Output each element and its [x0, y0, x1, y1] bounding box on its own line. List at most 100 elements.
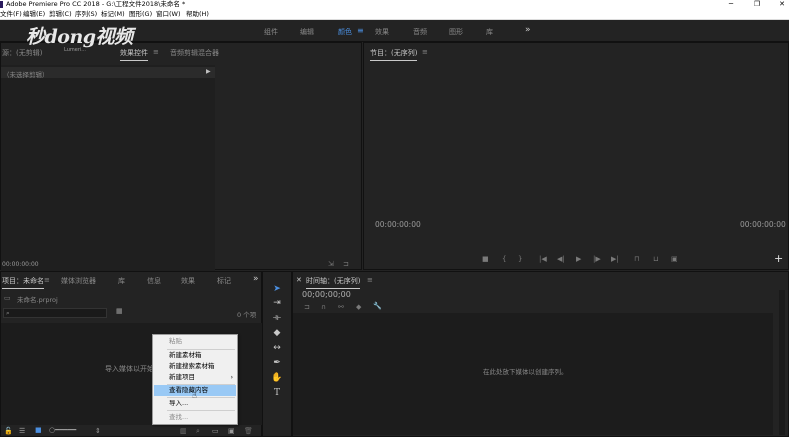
clip-header-bar: （未选择剪辑） ▶ [1, 67, 215, 79]
play-icon[interactable]: ▶ [576, 255, 581, 263]
menu-item-new-item[interactable]: 新建项目 › [154, 372, 236, 383]
workspace-editing[interactable]: 编辑 [300, 27, 314, 37]
menu-item-paste[interactable]: 粘贴 [154, 336, 236, 347]
ripple-edit-tool-icon[interactable]: ⟛ [270, 312, 284, 325]
razor-tool-icon[interactable]: ◆ [270, 327, 284, 340]
type-tool-icon[interactable]: T [270, 387, 284, 400]
project-tabs-more-button[interactable]: » [253, 274, 259, 284]
tab-audio-clip-mixer[interactable]: 音频剪辑混合器 [170, 48, 219, 58]
program-menu-icon[interactable]: ≡ [422, 48, 428, 56]
menu-item-new-search-bin[interactable]: 新建搜索素材箱 [154, 361, 236, 372]
nest-icon[interactable]: ⊐ [304, 303, 310, 311]
menu-bar: 文件(F) 编辑(E) 剪辑(C) 序列(S) 标记(M) 图形(G) 窗口(W… [0, 9, 789, 20]
folder-icon: ▭ [4, 294, 11, 302]
search-input[interactable]: ⌕ [3, 308, 107, 318]
trash-icon[interactable]: 🗑 [244, 427, 253, 435]
settings-icon[interactable]: ⊐ [343, 260, 349, 268]
timeline-title: 时间轴：(无序列) [306, 277, 361, 289]
menu-marker[interactable]: 标记(M) [101, 9, 125, 20]
mark-out-icon[interactable]: } [518, 255, 522, 263]
marker-icon[interactable]: ■ [482, 255, 489, 263]
workspace-effects[interactable]: 效果 [375, 27, 389, 37]
icon-view-icon[interactable]: ■ [35, 426, 42, 434]
program-timecode-left: 00:00:00:00 [375, 220, 421, 229]
menu-help[interactable]: 帮助(H) [186, 9, 209, 20]
new-item-icon[interactable]: ▣ [228, 427, 235, 435]
menu-item-paste-label: 粘贴 [169, 337, 182, 345]
menu-edit[interactable]: 编辑(E) [23, 9, 45, 20]
workspace-audio[interactable]: 音频 [413, 27, 427, 37]
window-title: Adobe Premiere Pro CC 2018 - G:\工程文件2018… [6, 0, 186, 8]
menu-item-new-bin[interactable]: 新建素材箱 [154, 350, 236, 361]
lock-icon[interactable]: 🔓 [4, 427, 13, 435]
tab-markers[interactable]: 标记 [217, 276, 231, 286]
mark-in-icon[interactable]: { [502, 255, 506, 263]
program-title: 节目：(无序列) [370, 49, 418, 61]
go-to-out-icon[interactable]: ▶| [611, 255, 619, 263]
selection-tool-icon[interactable]: ➤ [270, 283, 284, 296]
new-bin-from-search-icon[interactable]: ▦ [116, 307, 123, 315]
maximize-button[interactable]: ❐ [750, 0, 764, 9]
zoom-slider[interactable]: ○━━━━━ [49, 426, 76, 434]
tab-effects[interactable]: 效果 [181, 276, 195, 286]
workspace-assembly[interactable]: 组件 [264, 27, 278, 37]
panel-menu-icon[interactable]: ≡ [153, 48, 159, 56]
add-button[interactable]: + [774, 252, 783, 265]
add-marker-icon[interactable]: ◆ [356, 303, 361, 311]
premiere-app-icon [0, 1, 3, 8]
workspace-more-button[interactable]: » [525, 25, 531, 35]
workspace-menu-icon[interactable]: ≡ [357, 26, 364, 35]
find-icon[interactable]: ⌕ [196, 427, 200, 436]
close-timeline-icon[interactable]: ✕ [296, 276, 302, 284]
tab-media-browser[interactable]: 媒体浏览器 [61, 276, 96, 286]
step-forward-icon[interactable]: |▶ [593, 255, 601, 263]
tab-libraries[interactable]: 库 [118, 276, 125, 286]
list-view-icon[interactable]: ☰ [19, 427, 25, 435]
menu-window[interactable]: 窗口(W) [156, 9, 181, 20]
menu-clip[interactable]: 剪辑(C) [49, 9, 72, 20]
menu-sequence[interactable]: 序列(S) [75, 9, 97, 20]
close-button[interactable]: ✕ [775, 0, 789, 9]
snap-icon[interactable]: ∩ [321, 303, 326, 311]
extract-icon[interactable]: ⊔ [653, 255, 658, 263]
track-select-tool-icon[interactable]: ⇥ [270, 297, 284, 310]
mouse-cursor-icon: ☝ [192, 391, 197, 400]
workspace-graphics[interactable]: 图形 [449, 27, 463, 37]
go-to-in-icon[interactable]: |◀ [539, 255, 547, 263]
tab-project[interactable]: 项目：未命名 [2, 276, 44, 289]
automate-icon[interactable]: ▥ [180, 427, 187, 435]
minimize-button[interactable]: ─ [724, 0, 738, 9]
menu-item-new-search-bin-label: 新建搜索素材箱 [169, 362, 215, 370]
slip-tool-icon[interactable]: ↔ [270, 342, 284, 355]
watermark-text: 秒dong视频 [26, 26, 133, 48]
wrench-icon[interactable]: 🔧 [373, 302, 382, 310]
camera-icon[interactable]: ▣ [671, 255, 678, 263]
workspace-libraries[interactable]: 库 [486, 27, 493, 37]
timeline-menu-icon[interactable]: ≡ [367, 276, 373, 284]
menu-separator [167, 410, 235, 411]
menu-item-find[interactable]: 查找... [154, 412, 236, 423]
sort-icon[interactable]: ⇕ [95, 427, 101, 435]
window-titlebar: Adobe Premiere Pro CC 2018 - G:\工程文件2018… [0, 0, 789, 9]
lift-icon[interactable]: ⊓ [634, 255, 639, 263]
hand-tool-icon[interactable]: ✋ [270, 372, 284, 385]
linked-selection-icon[interactable]: ⚯ [338, 303, 344, 311]
menu-file[interactable]: 文件(F) [0, 9, 22, 20]
new-bin-icon[interactable]: ▭ [212, 427, 219, 435]
workspace-color[interactable]: 颜色 [338, 27, 352, 37]
menu-graphics[interactable]: 图形(G) [129, 9, 152, 20]
project-file-name: 未命名.prproj [17, 296, 58, 304]
context-menu: 粘贴 新建素材箱 新建搜索素材箱 新建项目 › 查看隐藏内容 导入... 查找.… [152, 334, 238, 425]
menu-item-new-item-label: 新建项目 [169, 373, 195, 381]
no-clip-label: （未选择剪辑） [3, 71, 49, 79]
project-menu-icon[interactable]: ≡ [44, 276, 50, 284]
export-frame-icon[interactable]: ⇲ [328, 260, 334, 268]
menu-item-find-label: 查找... [169, 413, 189, 421]
step-back-icon[interactable]: ◀| [557, 255, 565, 263]
tab-info[interactable]: 信息 [147, 276, 161, 286]
play-arrow-icon[interactable]: ▶ [206, 68, 211, 75]
timeline-timecode[interactable]: 00;00;00;00 [302, 290, 351, 299]
audio-meter [779, 290, 785, 435]
timeline-track-area[interactable]: 在此处放下媒体以创建序列。 [293, 313, 773, 435]
pen-tool-icon[interactable]: ✒ [270, 357, 284, 370]
